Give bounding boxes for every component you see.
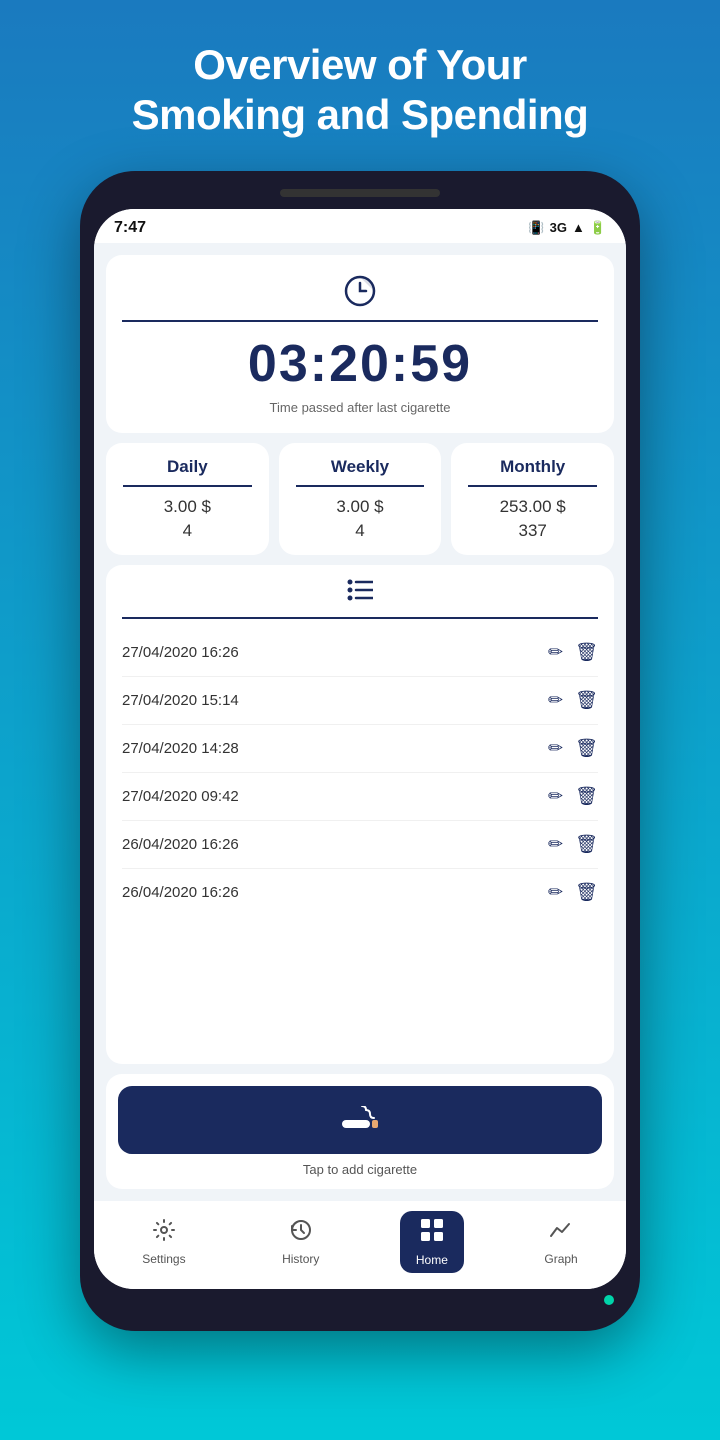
stat-value-monthly: 253.00 $: [500, 497, 566, 517]
edit-icon-4[interactable]: ✏: [548, 834, 563, 855]
delete-icon-5[interactable]: 🗑: [575, 882, 598, 903]
history-divider: [122, 617, 598, 619]
phone-dot: [604, 1295, 614, 1305]
delete-icon-0[interactable]: 🗑: [575, 642, 598, 663]
actions-4[interactable]: ✏ 🗑: [548, 834, 598, 855]
datetime-4: 26/04/2020 16:26: [122, 836, 239, 853]
screen-content: 03:20:59 Time passed after last cigarett…: [94, 243, 626, 1201]
timer-label: Time passed after last cigarette: [270, 400, 451, 415]
history-row-5: 26/04/2020 16:26 ✏ 🗑: [122, 869, 598, 916]
stat-value-daily: 3.00 $: [164, 497, 211, 517]
stat-divider-weekly: [296, 485, 424, 487]
timer-card: 03:20:59 Time passed after last cigarett…: [106, 255, 614, 433]
delete-icon-4[interactable]: 🗑: [575, 834, 598, 855]
settings-icon: [152, 1218, 176, 1248]
phone-notch: [280, 189, 440, 197]
status-bar: 7:47 📳 3G ▲ 🔋: [94, 209, 626, 243]
list-icon: [347, 579, 373, 607]
history-row-2: 27/04/2020 14:28 ✏ 🗑: [122, 725, 598, 773]
nav-label-history: History: [282, 1252, 319, 1266]
history-row-4: 26/04/2020 16:26 ✏ 🗑: [122, 821, 598, 869]
edit-icon-2[interactable]: ✏: [548, 738, 563, 759]
actions-1[interactable]: ✏ 🗑: [548, 690, 598, 711]
page-title: Overview of Your Smoking and Spending: [72, 0, 649, 171]
stat-card-weekly: Weekly 3.00 $ 4: [279, 443, 442, 555]
stat-divider-daily: [123, 485, 251, 487]
edit-icon-1[interactable]: ✏: [548, 690, 563, 711]
timer-divider: [122, 320, 598, 322]
network-label: 3G: [550, 220, 567, 235]
status-time: 7:47: [114, 219, 146, 237]
add-btn-container: Tap to add cigarette: [106, 1074, 614, 1189]
phone-screen: 7:47 📳 3G ▲ 🔋: [94, 209, 626, 1289]
datetime-3: 27/04/2020 09:42: [122, 788, 239, 805]
stat-card-monthly: Monthly 253.00 $ 337: [451, 443, 614, 555]
timer-clock-icon: [344, 275, 376, 314]
add-cigarette-button[interactable]: [118, 1086, 602, 1154]
history-row-3: 27/04/2020 09:42 ✏ 🗑: [122, 773, 598, 821]
home-icon: [419, 1217, 445, 1249]
stat-value-weekly: 3.00 $: [336, 497, 383, 517]
stat-card-daily: Daily 3.00 $ 4: [106, 443, 269, 555]
actions-2[interactable]: ✏ 🗑: [548, 738, 598, 759]
status-icons: 📳 3G ▲ 🔋: [528, 220, 606, 236]
vibrate-icon: 📳: [528, 220, 544, 236]
datetime-0: 27/04/2020 16:26: [122, 644, 239, 661]
phone-frame: 7:47 📳 3G ▲ 🔋: [80, 171, 640, 1331]
datetime-2: 27/04/2020 14:28: [122, 740, 239, 757]
actions-0[interactable]: ✏ 🗑: [548, 642, 598, 663]
stat-title-daily: Daily: [167, 457, 208, 477]
nav-item-home[interactable]: Home: [400, 1211, 464, 1273]
add-btn-label: Tap to add cigarette: [303, 1162, 417, 1177]
graph-icon: [549, 1218, 573, 1248]
edit-icon-5[interactable]: ✏: [548, 882, 563, 903]
history-header: [122, 579, 598, 607]
stat-count-weekly: 4: [355, 521, 364, 541]
signal-icon: ▲: [572, 220, 585, 235]
history-row-1: 27/04/2020 15:14 ✏ 🗑: [122, 677, 598, 725]
nav-label-settings: Settings: [142, 1252, 185, 1266]
timer-display: 03:20:59: [248, 334, 472, 394]
nav-label-graph: Graph: [544, 1252, 577, 1266]
nav-item-history[interactable]: History: [266, 1212, 335, 1272]
delete-icon-1[interactable]: 🗑: [575, 690, 598, 711]
actions-3[interactable]: ✏ 🗑: [548, 786, 598, 807]
stat-divider-monthly: [468, 485, 596, 487]
history-icon: [289, 1218, 313, 1248]
nav-label-home: Home: [416, 1253, 448, 1267]
history-card: 27/04/2020 16:26 ✏ 🗑 27/04/2020 15:14 ✏ …: [106, 565, 614, 1064]
delete-icon-3[interactable]: 🗑: [575, 786, 598, 807]
edit-icon-3[interactable]: ✏: [548, 786, 563, 807]
stat-title-monthly: Monthly: [500, 457, 565, 477]
delete-icon-2[interactable]: 🗑: [575, 738, 598, 759]
battery-icon: 🔋: [590, 220, 606, 236]
stats-row: Daily 3.00 $ 4 Weekly 3.00 $ 4 Monthly 2…: [106, 443, 614, 555]
datetime-1: 27/04/2020 15:14: [122, 692, 239, 709]
nav-item-graph[interactable]: Graph: [528, 1212, 593, 1272]
stat-count-monthly: 337: [518, 521, 546, 541]
edit-icon-0[interactable]: ✏: [548, 642, 563, 663]
stat-title-weekly: Weekly: [331, 457, 389, 477]
history-row-0: 27/04/2020 16:26 ✏ 🗑: [122, 629, 598, 677]
bottom-nav: Settings History: [94, 1201, 626, 1289]
stat-count-daily: 4: [183, 521, 192, 541]
nav-item-settings[interactable]: Settings: [126, 1212, 201, 1272]
actions-5[interactable]: ✏ 🗑: [548, 882, 598, 903]
datetime-5: 26/04/2020 16:26: [122, 884, 239, 901]
